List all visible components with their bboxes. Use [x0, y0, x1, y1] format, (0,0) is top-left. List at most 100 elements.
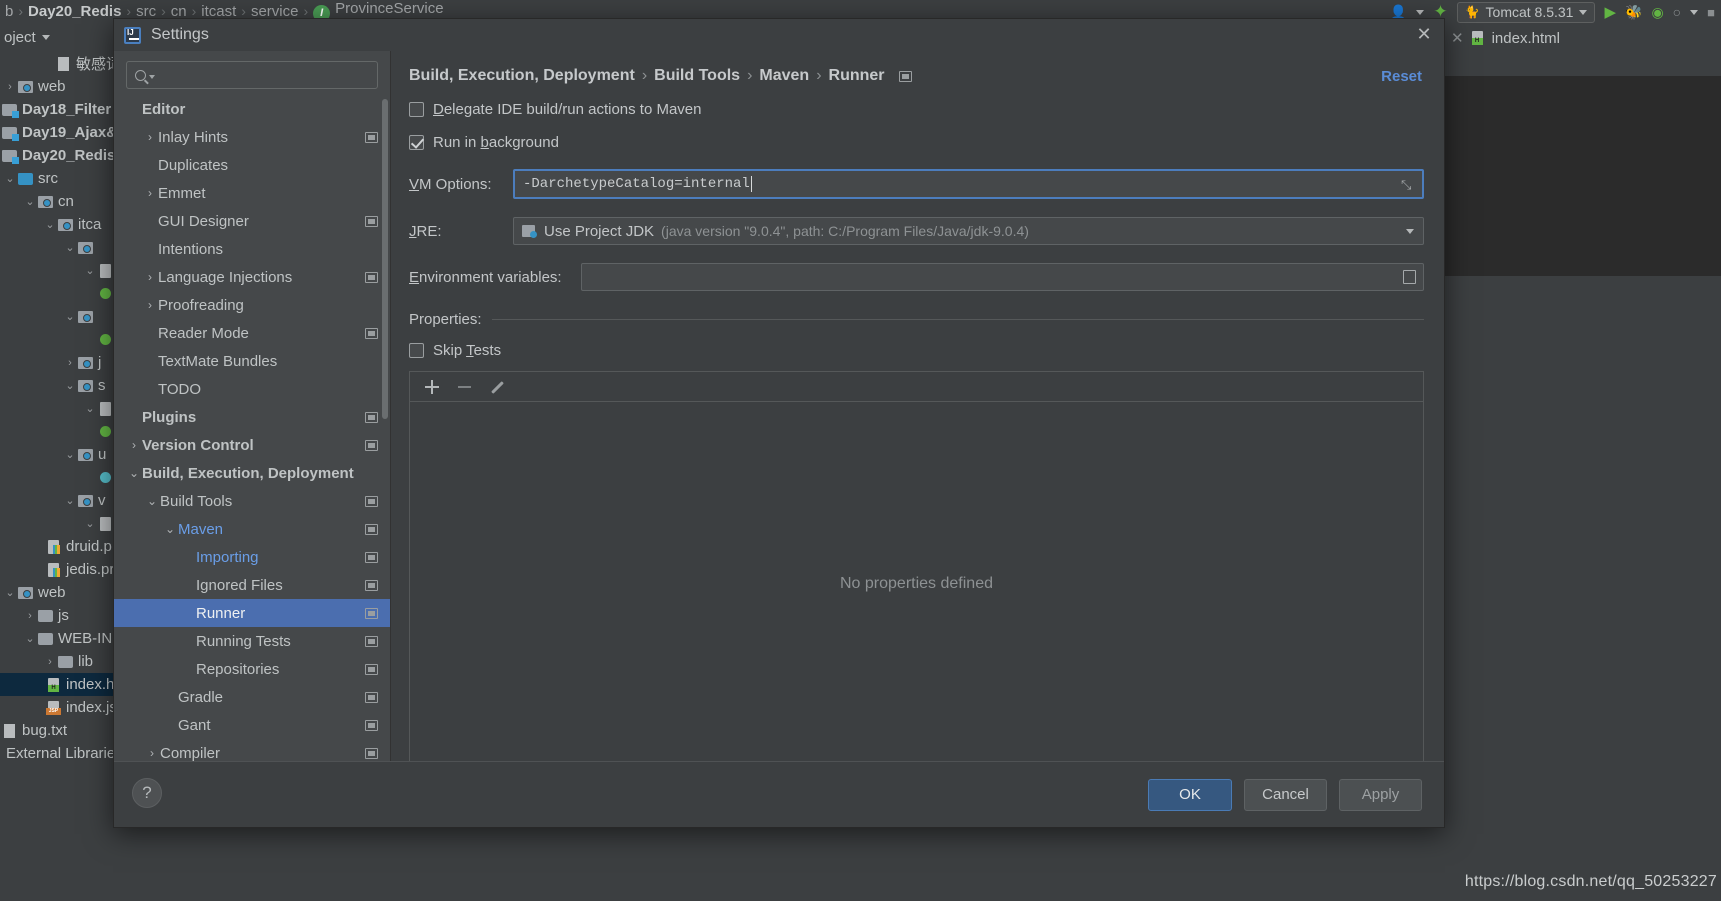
settings-tree-item-build-execution-deployment[interactable]: ⌄ Build, Execution, Deployment [114, 459, 390, 487]
expand-arrow-icon[interactable]: › [126, 438, 142, 452]
run-with-coverage-icon[interactable]: ◉ [1651, 4, 1663, 21]
jre-selector[interactable]: Use Project JDK (java version "9.0.4", p… [513, 217, 1424, 245]
skip-tests-row[interactable]: Skip Tests [409, 342, 1424, 359]
expand-arrow-icon[interactable]: › [142, 186, 158, 200]
editor-area: ✕ index.html [1441, 24, 1721, 901]
collapse-arrow-icon[interactable]: ⌄ [22, 195, 38, 208]
chevron-down-icon[interactable] [1406, 229, 1414, 234]
ide-crumb-5[interactable]: service [246, 3, 304, 20]
expand-arrow-icon[interactable]: › [142, 130, 158, 144]
settings-tree-item-version-control[interactable]: › Version Control [114, 431, 390, 459]
help-button[interactable]: ? [132, 778, 162, 808]
collapse-arrow-icon[interactable]: ⌄ [22, 632, 38, 645]
collapse-arrow-icon[interactable]: ⌄ [62, 448, 78, 461]
collapse-arrow-icon[interactable]: ⌄ [42, 218, 58, 231]
run-configuration-selector[interactable]: 🐈 Tomcat 8.5.31 [1456, 1, 1596, 23]
file-icon [56, 56, 72, 71]
reset-link[interactable]: Reset [1381, 68, 1422, 85]
settings-tree-item-plugins[interactable]: Plugins [114, 403, 390, 431]
expand-arrow-icon[interactable]: › [42, 656, 58, 668]
settings-tree-item-build-tools[interactable]: ⌄ Build Tools [114, 487, 390, 515]
delegate-to-maven-checkbox[interactable] [409, 102, 424, 117]
settings-tree-item-editor[interactable]: Editor [114, 95, 390, 123]
settings-tree-item-repositories[interactable]: Repositories [114, 655, 390, 683]
browse-env-icon[interactable] [1403, 270, 1416, 284]
user-caret-icon[interactable] [1416, 9, 1425, 15]
collapse-arrow-icon[interactable]: ⌄ [62, 379, 78, 392]
settings-tree-item-runner[interactable]: Runner [114, 599, 390, 627]
ok-button[interactable]: OK [1148, 778, 1232, 811]
close-icon[interactable]: ✕ [1416, 25, 1432, 43]
expand-arrow-icon[interactable]: › [142, 298, 158, 312]
breadcrumb-item-2[interactable]: Maven [759, 67, 809, 85]
ide-crumb-2[interactable]: src [131, 3, 161, 20]
settings-tree-item-language-injections[interactable]: › Language Injections [114, 263, 390, 291]
add-property-button[interactable] [419, 375, 445, 399]
chevron-down-icon[interactable] [149, 75, 155, 79]
collapse-arrow-icon[interactable]: ⌄ [144, 494, 160, 508]
settings-tree-item-importing[interactable]: Importing [114, 543, 390, 571]
debug-icon[interactable]: 🐝 [1625, 4, 1642, 21]
editor-tab-label[interactable]: index.html [1492, 30, 1560, 47]
delegate-to-maven-row[interactable]: Delegate IDE build/run actions to Maven [409, 101, 1424, 118]
environment-variables-input[interactable] [581, 263, 1424, 291]
edit-property-button[interactable] [483, 375, 509, 399]
tree-scrollbar[interactable] [382, 99, 388, 419]
remove-property-button[interactable] [451, 375, 477, 399]
search-input[interactable] [126, 61, 378, 89]
settings-tree-item-gant[interactable]: Gant [114, 711, 390, 739]
run-in-background-row[interactable]: Run in background [409, 134, 1424, 151]
settings-tree-item-compiler[interactable]: › Compiler [114, 739, 390, 761]
expand-arrow-icon[interactable]: › [62, 357, 78, 369]
settings-tree-item-textmate-bundles[interactable]: TextMate Bundles [114, 347, 390, 375]
collapse-arrow-icon[interactable]: ⌄ [2, 172, 18, 185]
vm-options-input[interactable]: -DarchetypeCatalog=internal ⤡ [513, 169, 1424, 199]
stop-icon[interactable]: ■ [1707, 5, 1715, 20]
settings-tree-item-inlay-hints[interactable]: › Inlay Hints [114, 123, 390, 151]
settings-tree-label: Maven [178, 520, 224, 538]
breadcrumb-item-3[interactable]: Runner [829, 67, 885, 85]
collapse-arrow-icon[interactable]: ⌄ [82, 517, 98, 530]
breadcrumb-item-0[interactable]: Build, Execution, Deployment [409, 67, 635, 85]
ide-crumb-1[interactable]: Day20_Redis [23, 3, 126, 20]
settings-tree-item-todo[interactable]: TODO [114, 375, 390, 403]
collapse-arrow-icon[interactable]: ⌄ [62, 310, 78, 323]
expand-arrow-icon[interactable]: › [22, 610, 38, 622]
settings-tree[interactable]: Editor › Inlay Hints Duplicates › Emmet [114, 95, 390, 761]
chevron-down-icon[interactable] [41, 34, 50, 40]
collapse-arrow-icon[interactable]: ⌄ [62, 494, 78, 507]
settings-tree-item-maven[interactable]: ⌄ Maven [114, 515, 390, 543]
collapse-arrow-icon[interactable]: ⌄ [82, 402, 98, 415]
collapse-arrow-icon[interactable]: ⌄ [2, 586, 18, 599]
run-icon[interactable]: ▶ [1604, 3, 1616, 21]
settings-tree-item-running-tests[interactable]: Running Tests [114, 627, 390, 655]
close-tab-icon[interactable]: ✕ [1451, 29, 1464, 47]
skip-tests-checkbox[interactable] [409, 343, 424, 358]
cancel-button[interactable]: Cancel [1244, 778, 1327, 811]
expand-arrow-icon[interactable]: › [142, 270, 158, 284]
run-in-background-checkbox[interactable] [409, 135, 424, 150]
expand-editor-icon[interactable]: ⤡ [1401, 178, 1415, 192]
apply-button[interactable]: Apply [1339, 778, 1422, 811]
collapse-arrow-icon[interactable]: ⌄ [82, 264, 98, 277]
ide-crumb-3[interactable]: cn [166, 3, 192, 20]
settings-tree-item-duplicates[interactable]: Duplicates [114, 151, 390, 179]
ide-crumb-4[interactable]: itcast [196, 3, 241, 20]
collapse-arrow-icon[interactable]: ⌄ [62, 241, 78, 254]
settings-tree-item-gui-designer[interactable]: GUI Designer [114, 207, 390, 235]
properties-list[interactable]: No properties defined [409, 401, 1424, 761]
settings-tree-item-gradle[interactable]: Gradle [114, 683, 390, 711]
expand-arrow-icon[interactable]: › [2, 81, 18, 93]
toolbar-caret-icon[interactable] [1690, 9, 1699, 15]
collapse-arrow-icon[interactable]: ⌄ [126, 466, 142, 480]
settings-tree-item-emmet[interactable]: › Emmet [114, 179, 390, 207]
settings-tree-item-reader-mode[interactable]: Reader Mode [114, 319, 390, 347]
ide-crumb-0[interactable]: b [0, 3, 18, 20]
collapse-arrow-icon[interactable]: ⌄ [162, 522, 178, 536]
profiler-icon[interactable]: ○ [1673, 4, 1681, 20]
expand-arrow-icon[interactable]: › [144, 746, 160, 760]
settings-tree-item-intentions[interactable]: Intentions [114, 235, 390, 263]
settings-tree-item-ignored-files[interactable]: Ignored Files [114, 571, 390, 599]
breadcrumb-item-1[interactable]: Build Tools [654, 67, 740, 85]
settings-tree-item-proofreading[interactable]: › Proofreading [114, 291, 390, 319]
